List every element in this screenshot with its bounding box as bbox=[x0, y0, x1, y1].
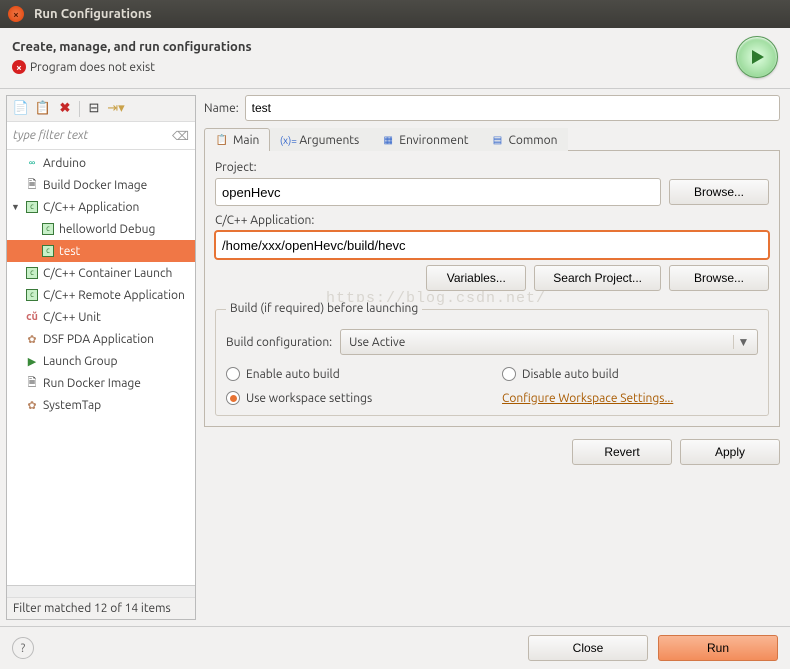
header-error: × Program does not exist bbox=[12, 60, 736, 74]
tree-item-cpp-unit[interactable]: cŭC/C++ Unit bbox=[7, 306, 195, 328]
clear-filter-icon[interactable]: ⌫ bbox=[172, 129, 189, 143]
play-icon: ▶ bbox=[25, 354, 39, 368]
args-tab-icon: (x)= bbox=[281, 133, 295, 147]
dialog-header: Create, manage, and run configurations ×… bbox=[0, 28, 790, 89]
c-app-icon: c bbox=[25, 200, 39, 214]
radio-icon bbox=[226, 391, 240, 405]
build-group: https://blog.csdn.net/ Build (if require… bbox=[215, 309, 769, 416]
tree-item-cpp-container[interactable]: cC/C++ Container Launch bbox=[7, 262, 195, 284]
error-icon: × bbox=[12, 60, 26, 74]
config-tree-panel: 📄 📋 ✖ ⊟ ⇥▾ type filter text ⌫ ∞Arduino 🗎… bbox=[6, 95, 196, 620]
tree-item-helloworld[interactable]: chelloworld Debug bbox=[7, 218, 195, 240]
header-title: Create, manage, and run configurations bbox=[12, 40, 736, 54]
config-editor: Name: 📋Main (x)=Arguments ▦Environment ▤… bbox=[196, 89, 790, 626]
gear-icon: ✿ bbox=[25, 332, 39, 346]
header-error-text: Program does not exist bbox=[30, 61, 155, 74]
c-app-icon: c bbox=[25, 288, 39, 302]
delete-config-button[interactable]: ✖ bbox=[55, 99, 75, 119]
c-app-icon: c bbox=[41, 244, 55, 258]
help-button[interactable]: ? bbox=[12, 637, 34, 659]
horizontal-scrollbar[interactable] bbox=[7, 585, 195, 597]
project-input[interactable] bbox=[215, 178, 661, 206]
c-unit-icon: cŭ bbox=[25, 310, 39, 324]
app-browse-button[interactable]: Browse... bbox=[669, 265, 769, 291]
build-conf-label: Build configuration: bbox=[226, 336, 332, 349]
collapse-all-button[interactable]: ⊟ bbox=[84, 99, 104, 119]
tree-item-systemtap[interactable]: ✿SystemTap bbox=[7, 394, 195, 416]
c-app-icon: c bbox=[41, 222, 55, 236]
tree-toolbar: 📄 📋 ✖ ⊟ ⇥▾ bbox=[7, 96, 195, 122]
variables-button[interactable]: Variables... bbox=[426, 265, 526, 291]
common-tab-icon: ▤ bbox=[491, 133, 505, 147]
radio-icon bbox=[502, 367, 516, 381]
tree-item-arduino[interactable]: ∞Arduino bbox=[7, 152, 195, 174]
tree-item-build-docker[interactable]: 🗎Build Docker Image bbox=[7, 174, 195, 196]
c-app-icon: c bbox=[25, 266, 39, 280]
gear-icon: ✿ bbox=[25, 398, 39, 412]
tree-item-cpp-remote[interactable]: cC/C++ Remote Application bbox=[7, 284, 195, 306]
env-tab-icon: ▦ bbox=[381, 133, 395, 147]
tab-main[interactable]: 📋Main bbox=[204, 128, 270, 151]
build-group-title: Build (if required) before launching bbox=[226, 302, 422, 315]
tree-item-launch-group[interactable]: ▶Launch Group bbox=[7, 350, 195, 372]
tree-item-test[interactable]: ctest bbox=[7, 240, 195, 262]
close-button[interactable]: Close bbox=[528, 635, 648, 661]
revert-button[interactable]: Revert bbox=[572, 439, 672, 465]
search-project-button[interactable]: Search Project... bbox=[534, 265, 661, 291]
docker-run-icon: 🗎 bbox=[25, 376, 39, 390]
project-label: Project: bbox=[215, 161, 769, 174]
app-path-input[interactable] bbox=[215, 231, 769, 259]
tree-item-cpp-app[interactable]: ▼cC/C++ Application bbox=[7, 196, 195, 218]
window-close-button[interactable]: × bbox=[8, 6, 24, 22]
tab-bar: 📋Main (x)=Arguments ▦Environment ▤Common bbox=[204, 127, 780, 151]
enable-auto-build-radio[interactable]: Enable auto build bbox=[226, 367, 482, 381]
radio-icon bbox=[226, 367, 240, 381]
app-label: C/C++ Application: bbox=[215, 214, 769, 227]
tree-item-run-docker[interactable]: 🗎Run Docker Image bbox=[7, 372, 195, 394]
name-label: Name: bbox=[204, 102, 239, 115]
build-conf-select[interactable]: Use Active ▼ bbox=[340, 329, 758, 355]
main-tab-icon: 📋 bbox=[215, 133, 229, 147]
tab-main-content: Project: Browse... C/C++ Application: Va… bbox=[204, 151, 780, 427]
docker-build-icon: 🗎 bbox=[25, 178, 39, 192]
config-tree: ∞Arduino 🗎Build Docker Image ▼cC/C++ App… bbox=[7, 150, 195, 585]
name-input[interactable] bbox=[245, 95, 780, 121]
run-hero-icon bbox=[736, 36, 778, 78]
window-title: Run Configurations bbox=[34, 7, 152, 21]
new-config-button[interactable]: 📄 bbox=[11, 99, 31, 119]
filter-input[interactable]: type filter text ⌫ bbox=[7, 122, 195, 150]
filter-placeholder: type filter text bbox=[13, 129, 88, 142]
dialog-footer: ? Close Run bbox=[0, 626, 790, 669]
titlebar: × Run Configurations bbox=[0, 0, 790, 28]
disclosure-icon[interactable]: ▼ bbox=[11, 202, 20, 212]
filter-status: Filter matched 12 of 14 items bbox=[7, 597, 195, 619]
configure-workspace-link[interactable]: Configure Workspace Settings... bbox=[502, 392, 673, 405]
tab-arguments[interactable]: (x)=Arguments bbox=[270, 128, 370, 151]
run-button[interactable]: Run bbox=[658, 635, 778, 661]
arduino-icon: ∞ bbox=[25, 156, 39, 170]
build-conf-value: Use Active bbox=[349, 336, 405, 349]
project-browse-button[interactable]: Browse... bbox=[669, 179, 769, 205]
use-workspace-radio[interactable]: Use workspace settings bbox=[226, 391, 482, 405]
disable-auto-build-radio[interactable]: Disable auto build bbox=[502, 367, 758, 381]
filter-menu-button[interactable]: ⇥▾ bbox=[106, 99, 126, 119]
duplicate-config-button[interactable]: 📋 bbox=[33, 99, 53, 119]
chevron-down-icon: ▼ bbox=[733, 335, 753, 349]
tab-environment[interactable]: ▦Environment bbox=[370, 128, 479, 151]
apply-button[interactable]: Apply bbox=[680, 439, 780, 465]
tree-item-dsf-pda[interactable]: ✿DSF PDA Application bbox=[7, 328, 195, 350]
tab-common[interactable]: ▤Common bbox=[480, 128, 569, 151]
